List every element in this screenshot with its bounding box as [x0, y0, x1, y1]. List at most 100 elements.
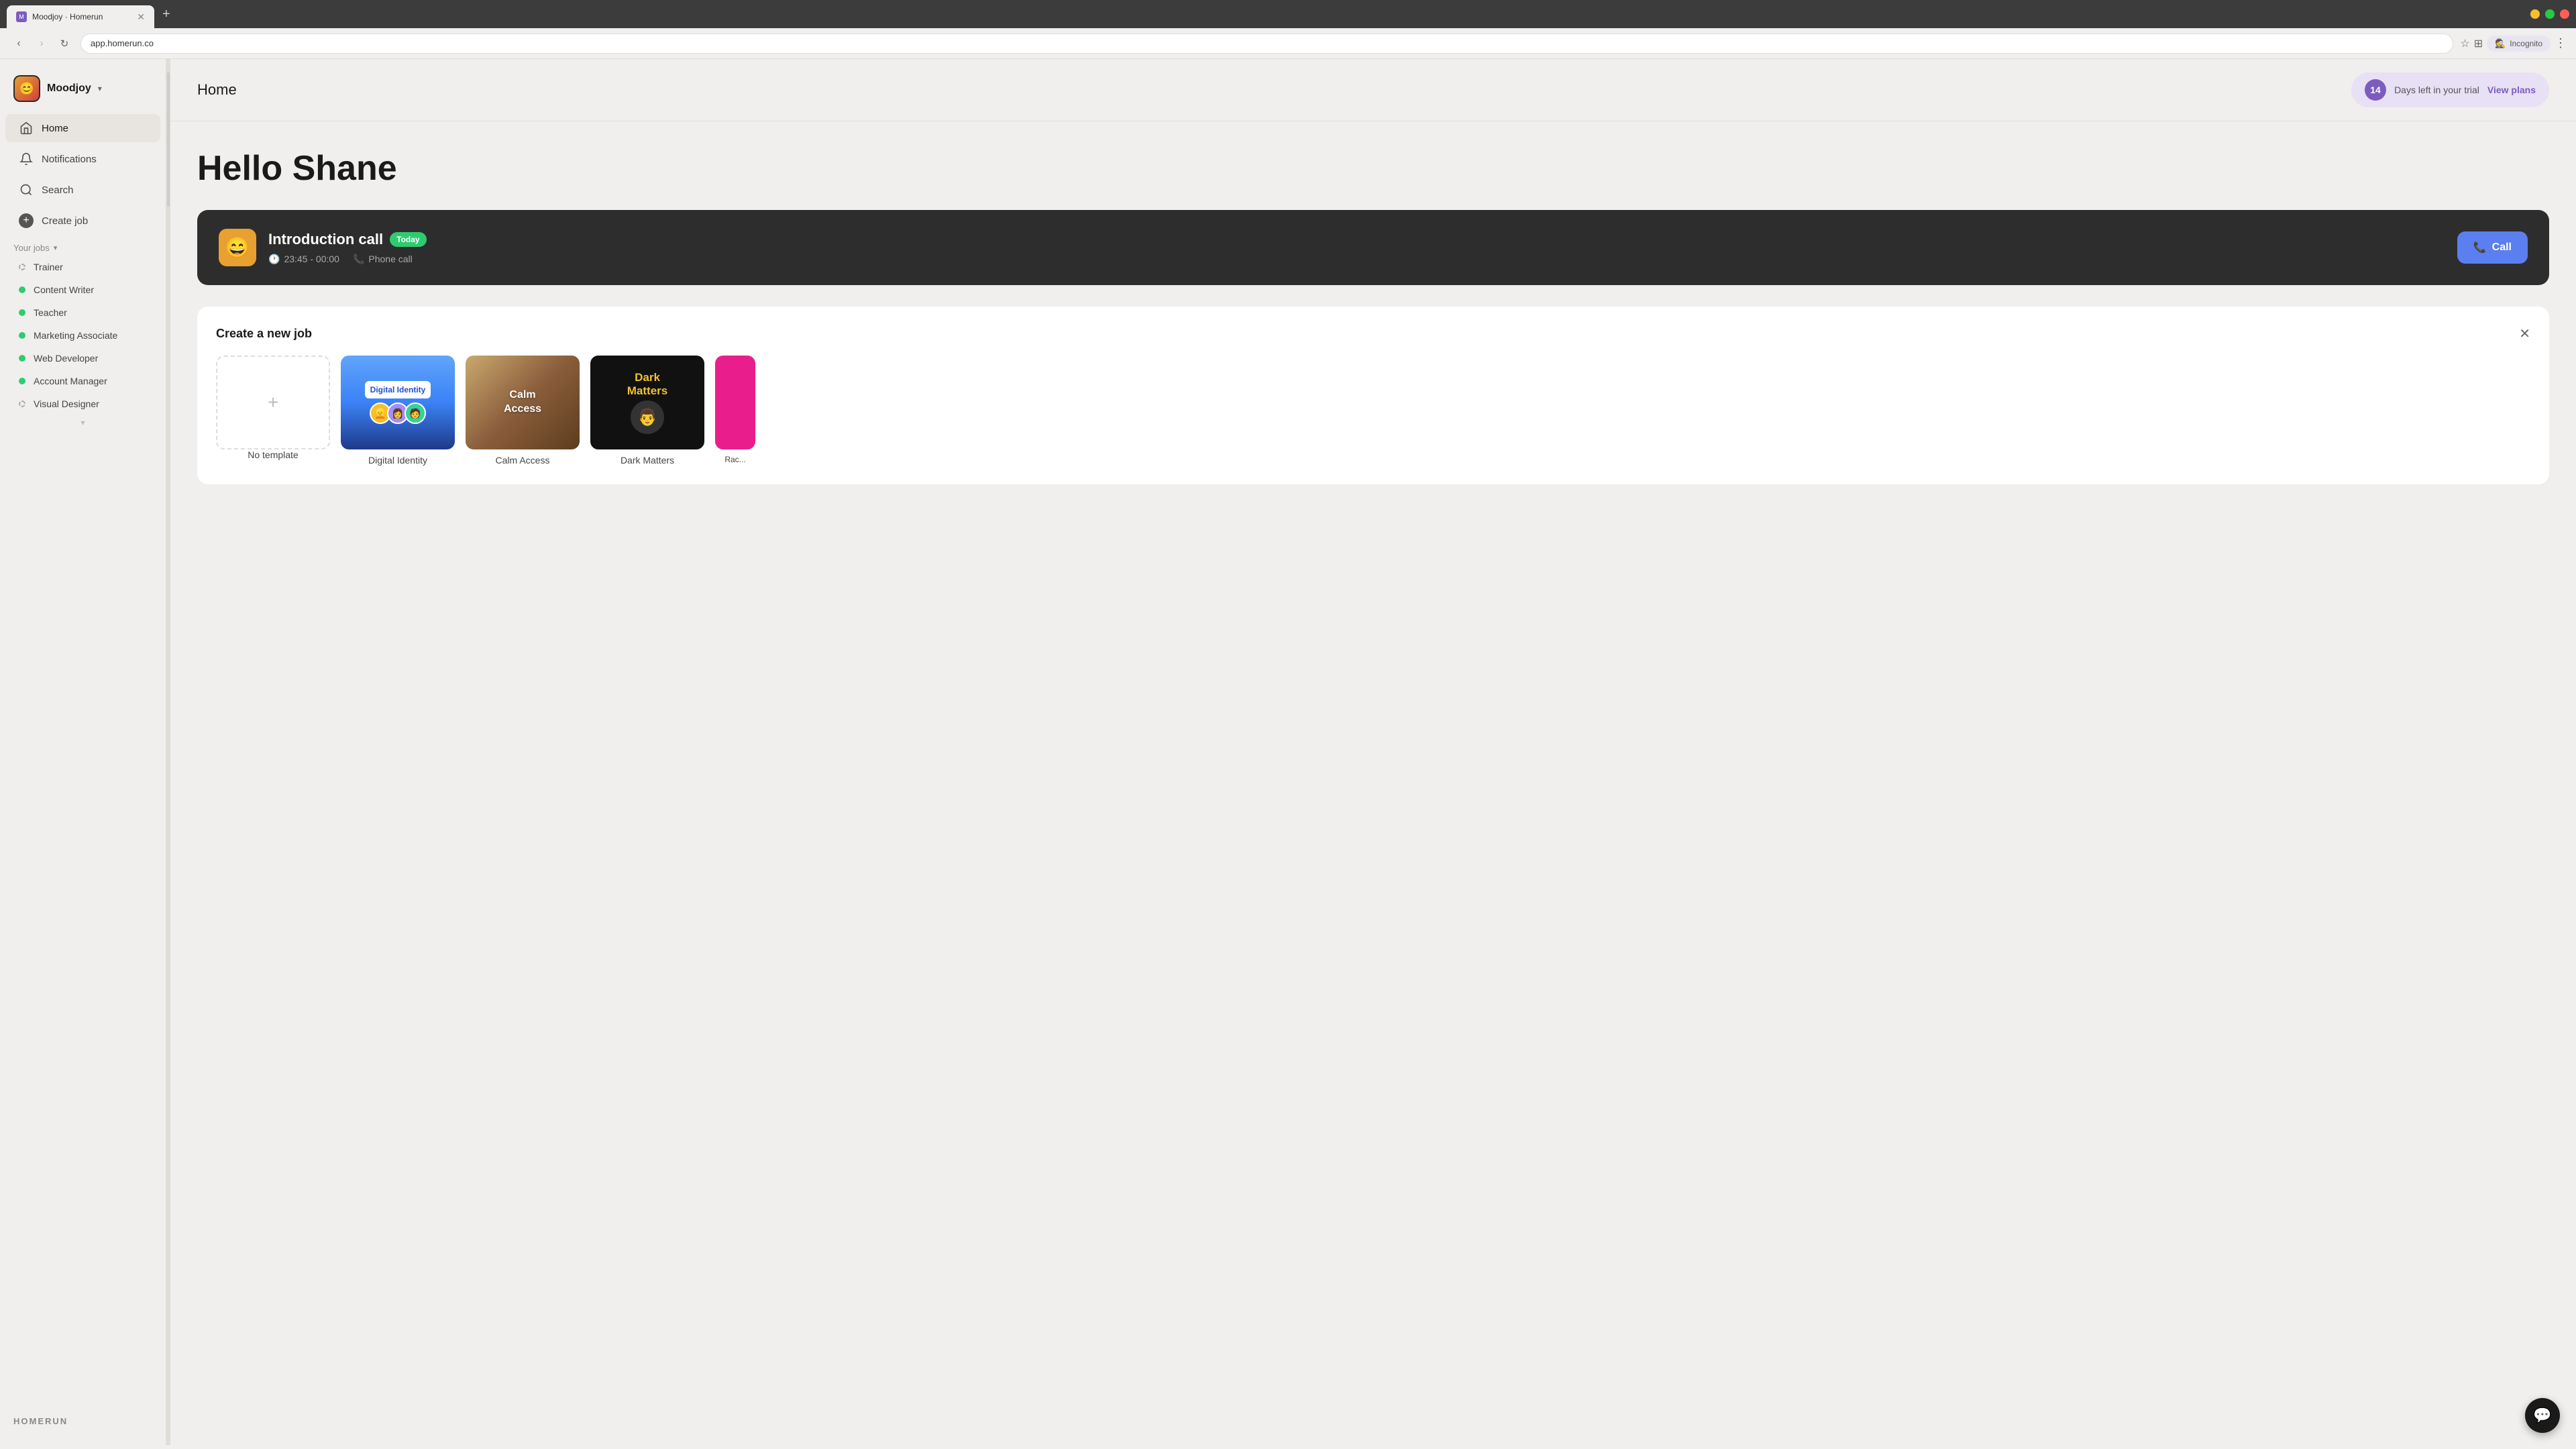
sidebar-item-web-developer[interactable]: Web Developer	[5, 347, 160, 369]
template-name: Calm Access	[466, 455, 580, 466]
job-status-dot	[19, 355, 25, 362]
brand-header: 😊 Moodjoy ▾	[0, 70, 166, 113]
sidebar-item-marketing-associate[interactable]: Marketing Associate	[5, 325, 160, 346]
job-label: Teacher	[34, 307, 67, 318]
create-job-section-title: Create a new job	[216, 327, 312, 341]
template-card-calm-access[interactable]: CalmAccess Calm Access	[466, 356, 580, 466]
notifications-label: Notifications	[42, 154, 97, 165]
view-plans-button[interactable]: View plans	[2487, 85, 2536, 95]
job-status-dot	[19, 400, 25, 407]
sidebar-item-visual-designer[interactable]: Visual Designer	[5, 393, 160, 415]
scroll-down-indicator: ▾	[0, 415, 166, 430]
template-card-digital-identity[interactable]: Digital Identity 👱 👩 🧑	[341, 356, 455, 466]
interview-avatar: 😄	[219, 229, 256, 266]
tab-list: M Moodjoy · Homerun ✕ +	[7, 0, 2525, 28]
minimize-button[interactable]	[2530, 9, 2540, 19]
bookmark-button[interactable]: ☆	[2460, 37, 2469, 50]
job-label: Trainer	[34, 262, 63, 272]
job-status-dot	[19, 332, 25, 339]
job-status-dot	[19, 309, 25, 316]
trial-banner: 14 Days left in your trial View plans	[2351, 72, 2549, 107]
new-tab-button[interactable]: +	[154, 7, 178, 22]
active-tab[interactable]: M Moodjoy · Homerun ✕	[7, 5, 154, 28]
close-create-job-button[interactable]: ✕	[2519, 325, 2530, 342]
brand-name: Moodjoy	[47, 83, 91, 95]
search-icon	[19, 182, 34, 197]
interview-time: 🕐 23:45 - 00:00	[268, 254, 339, 265]
job-label: Content Writer	[34, 284, 94, 295]
job-label: Marketing Associate	[34, 330, 117, 341]
greeting-heading: Hello Shane	[197, 148, 2549, 189]
menu-button[interactable]: ⋮	[2555, 36, 2567, 50]
interview-card: 😄 Introduction call Today 🕐 23:45 - 00:0…	[197, 210, 2549, 285]
type-text: Phone call	[368, 254, 412, 264]
brand-dropdown-icon[interactable]: ▾	[98, 84, 102, 93]
sidebar: 😊 Moodjoy ▾ Home Notifications Search	[0, 59, 166, 1445]
forward-button[interactable]: ›	[32, 34, 51, 53]
page-title: Home	[197, 81, 237, 99]
call-label: Call	[2492, 241, 2512, 254]
create-job-button[interactable]: + Create job	[5, 207, 160, 235]
job-status-dot	[19, 264, 25, 270]
template-card-race[interactable]: Rac...	[715, 356, 755, 466]
clock-icon: 🕐	[268, 254, 280, 265]
digital-identity-bg: Digital Identity 👱 👩 🧑	[341, 356, 455, 449]
chat-icon: 💬	[2533, 1407, 2551, 1424]
template-name: Dark Matters	[590, 455, 704, 466]
interview-info: Introduction call Today 🕐 23:45 - 00:00 …	[268, 231, 427, 265]
page-body: Hello Shane 😄 Introduction call Today	[170, 121, 2576, 1445]
job-status-dot	[19, 378, 25, 384]
sidebar-item-notifications[interactable]: Notifications	[5, 145, 160, 173]
create-job-label: Create job	[42, 215, 88, 227]
interview-title-text: Introduction call	[268, 231, 383, 248]
template-card-dark-matters[interactable]: DarkMatters 👨 Dark Matters	[590, 356, 704, 466]
job-label: Account Manager	[34, 376, 107, 386]
address-bar-row: ‹ › ↻ app.homerun.co ☆ ⊞ 🕵 Incognito ⋮	[0, 28, 2576, 59]
sidebar-item-teacher[interactable]: Teacher	[5, 302, 160, 323]
sidebar-item-trainer[interactable]: Trainer	[5, 256, 160, 278]
time-text: 23:45 - 00:00	[284, 254, 339, 264]
template-name: Digital Identity	[341, 455, 455, 466]
today-badge: Today	[390, 232, 426, 247]
reload-button[interactable]: ↻	[55, 34, 74, 53]
template-card-no-template[interactable]: + No template	[216, 356, 330, 466]
sidebar-item-search[interactable]: Search	[5, 176, 160, 204]
chat-button[interactable]: 💬	[2525, 1398, 2560, 1433]
template-name: No template	[216, 449, 330, 460]
incognito-indicator: 🕵 Incognito	[2487, 36, 2551, 52]
search-label: Search	[42, 184, 74, 196]
back-button[interactable]: ‹	[9, 34, 28, 53]
job-status-dot	[19, 286, 25, 293]
interview-type: 📞 Phone call	[353, 254, 413, 265]
create-job-section: Create a new job ✕ + No template	[197, 307, 2549, 484]
url-display: app.homerun.co	[91, 38, 154, 48]
sidebar-item-content-writer[interactable]: Content Writer	[5, 279, 160, 301]
maximize-button[interactable]	[2545, 9, 2555, 19]
close-tab-icon[interactable]: ✕	[137, 11, 145, 23]
call-phone-icon: 📞	[2473, 241, 2487, 254]
sidebar-item-home[interactable]: Home	[5, 114, 160, 142]
homerun-logo: HOMERUN	[13, 1416, 152, 1426]
sidebar-item-account-manager[interactable]: Account Manager	[5, 370, 160, 392]
phone-icon: 📞	[353, 254, 364, 265]
your-jobs-section-label: Your jobs ▾	[0, 236, 166, 256]
sidebar-footer: HOMERUN	[0, 1408, 166, 1434]
bell-icon	[19, 152, 34, 166]
window-controls	[2530, 9, 2569, 19]
page-header: Home 14 Days left in your trial View pla…	[170, 59, 2576, 121]
close-button[interactable]	[2560, 9, 2569, 19]
main-content: Home 14 Days left in your trial View pla…	[170, 59, 2576, 1445]
sidebar-toggle-button[interactable]: ⊞	[2474, 37, 2483, 50]
calm-access-text: CalmAccess	[504, 388, 541, 417]
call-button[interactable]: 📞 Call	[2457, 231, 2528, 264]
address-bar[interactable]: app.homerun.co	[80, 34, 2453, 54]
trial-text: Days left in your trial	[2394, 85, 2479, 95]
brand-logo: 😊	[13, 75, 40, 102]
job-label: Visual Designer	[34, 398, 99, 409]
incognito-label: Incognito	[2510, 39, 2542, 48]
your-jobs-label: Your jobs	[13, 243, 50, 253]
chevron-down-icon: ▾	[54, 244, 58, 252]
home-label: Home	[42, 123, 68, 134]
trial-count-badge: 14	[2365, 79, 2386, 101]
tab-favicon: M	[16, 11, 27, 22]
